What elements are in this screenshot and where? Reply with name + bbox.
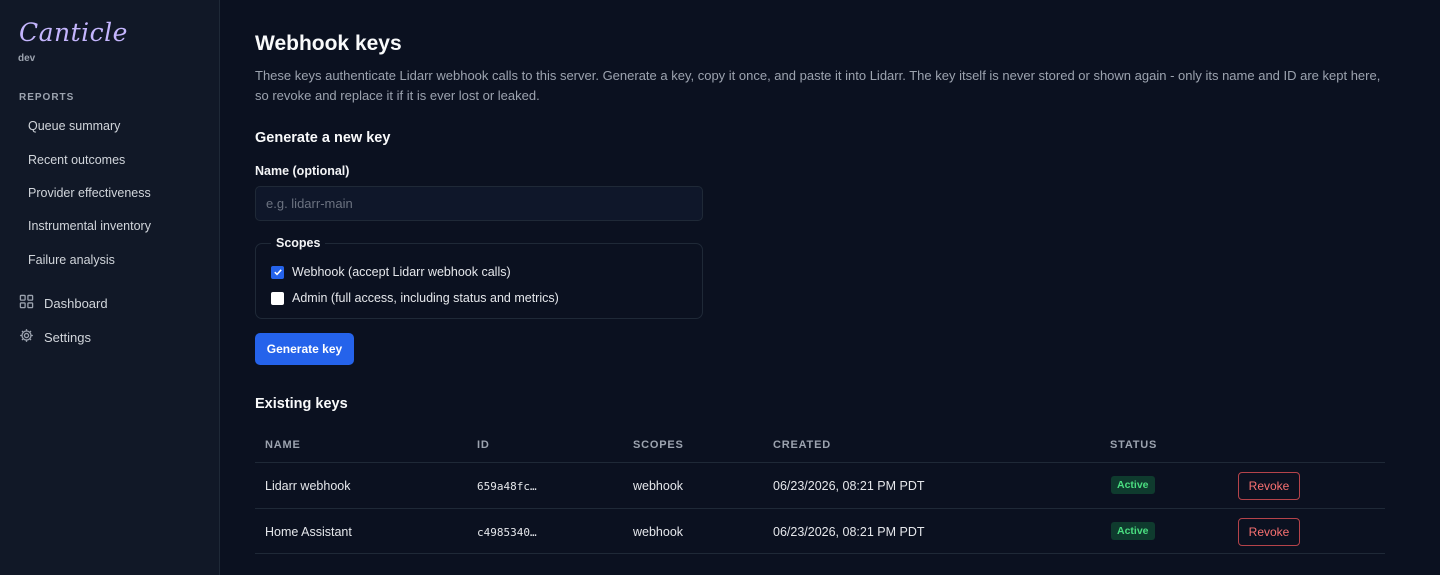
scope-webhook-checkbox[interactable] xyxy=(271,265,284,279)
gear-icon xyxy=(19,328,34,346)
column-header-name: NAME xyxy=(265,439,301,451)
sidebar-item-failure-analysis[interactable]: Failure analysis xyxy=(28,253,115,267)
status-badge: Active xyxy=(1111,476,1155,494)
key-name: Lidarr webhook xyxy=(265,479,351,493)
key-id: c4985340… xyxy=(477,526,537,539)
sidebar-item-dashboard[interactable]: Dashboard xyxy=(19,294,108,312)
generate-heading: Generate a new key xyxy=(255,130,391,146)
checkmark-icon xyxy=(273,269,282,276)
key-created: 06/23/2026, 08:21 PM PDT xyxy=(773,479,925,493)
scope-admin-checkbox[interactable] xyxy=(271,291,284,305)
column-header-scopes: SCOPES xyxy=(633,439,684,451)
key-name-input[interactable] xyxy=(255,186,703,221)
sidebar-item-queue-summary[interactable]: Queue summary xyxy=(28,119,120,133)
existing-keys-heading: Existing keys xyxy=(255,396,348,412)
scope-webhook-label: Webhook (accept Lidarr webhook calls) xyxy=(292,265,511,279)
table-row: Home Assistant c4985340… webhook 06/23/2… xyxy=(255,508,1385,554)
page-description: These keys authenticate Lidarr webhook c… xyxy=(255,68,1381,103)
sidebar: Canticle dev REPORTS Queue summary Recen… xyxy=(0,0,220,575)
sidebar-item-label: Dashboard xyxy=(44,295,108,311)
page-title: Webhook keys xyxy=(255,32,402,55)
column-header-status: STATUS xyxy=(1110,439,1158,451)
sidebar-item-instrumental-inventory[interactable]: Instrumental inventory xyxy=(28,219,151,233)
key-created: 06/23/2026, 08:21 PM PDT xyxy=(773,525,925,539)
status-badge: Active xyxy=(1111,522,1155,540)
grid-icon xyxy=(19,294,34,312)
table-row: Lidarr webhook 659a48fc… webhook 06/23/2… xyxy=(255,462,1385,508)
revoke-button[interactable]: Revoke xyxy=(1238,518,1300,546)
key-name: Home Assistant xyxy=(265,525,352,539)
reports-section-title: REPORTS xyxy=(19,92,75,103)
column-header-created: CREATED xyxy=(773,439,831,451)
scope-admin-label: Admin (full access, including status and… xyxy=(292,291,559,305)
sidebar-item-recent-outcomes[interactable]: Recent outcomes xyxy=(28,153,125,167)
generate-key-button[interactable]: Generate key xyxy=(255,333,354,365)
environment-label: dev xyxy=(18,53,36,64)
column-header-id: ID xyxy=(477,439,490,451)
scopes-fieldset: Scopes Webhook (accept Lidarr webhook ca… xyxy=(255,236,703,319)
sidebar-item-label: Settings xyxy=(44,329,91,345)
brand-logo[interactable]: Canticle xyxy=(19,18,128,47)
scopes-legend: Scopes xyxy=(271,236,326,250)
key-scopes: webhook xyxy=(633,525,684,539)
name-field-label: Name (optional) xyxy=(255,164,350,178)
sidebar-item-provider-effectiveness[interactable]: Provider effectiveness xyxy=(28,186,151,200)
key-id: 659a48fc… xyxy=(477,480,537,493)
sidebar-item-settings[interactable]: Settings xyxy=(19,328,91,346)
scope-webhook-option[interactable]: Webhook (accept Lidarr webhook calls) xyxy=(271,265,511,279)
key-scopes: webhook xyxy=(633,479,684,493)
revoke-button[interactable]: Revoke xyxy=(1238,472,1300,500)
scope-admin-option[interactable]: Admin (full access, including status and… xyxy=(271,291,559,305)
